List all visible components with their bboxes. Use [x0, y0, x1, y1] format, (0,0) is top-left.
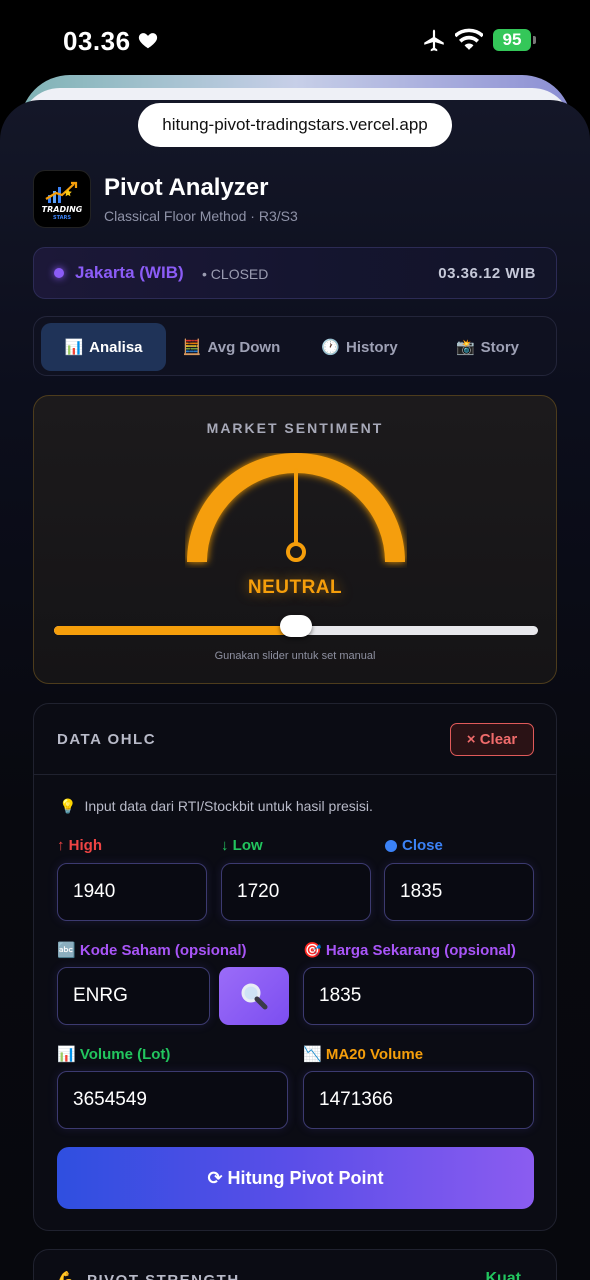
status-time: 03.36 [63, 26, 131, 56]
slider-thumb[interactable] [280, 615, 312, 637]
ohlc-title: DATA OHLC [57, 731, 157, 748]
abacus-icon: 🧮 [182, 339, 202, 356]
volume-label: 📊 Volume (Lot) [57, 1045, 170, 1063]
tab-story[interactable]: 📸 Story [425, 323, 550, 371]
abc-icon: 🔤 [57, 942, 76, 959]
battery-nub [533, 36, 536, 44]
svg-text:STARS: STARS [53, 215, 71, 221]
tip-text: Input data dari RTI/Stockbit untuk hasil… [84, 798, 373, 814]
ohlc-tip: 💡 Input data dari RTI/Stockbit untuk hasi… [59, 798, 373, 815]
ma20-label: 📉 MA20 Volume [303, 1045, 423, 1063]
ohlc-card: DATA OHLC × Clear 💡 Input data dari RTI/S… [33, 703, 557, 1231]
tab-label: Analisa [89, 338, 143, 356]
blue-circle-icon [385, 839, 397, 852]
muscle-icon: 💪 [56, 1270, 76, 1280]
status-bar: 03.36 95 [0, 0, 590, 80]
lightbulb-icon: 💡 [59, 798, 77, 814]
camera-icon: 📸 [455, 339, 475, 356]
close-label-group: Close [385, 837, 443, 854]
sentiment-title: MARKET SENTIMENT [206, 420, 384, 436]
svg-text:TRADING: TRADING [42, 205, 83, 214]
low-label: ↓ Low [221, 837, 263, 854]
ma20-label-text: MA20 Volume [325, 1046, 424, 1063]
pivot-strength-title: PIVOT STRENGTH [87, 1272, 240, 1280]
slider-fill [54, 626, 296, 635]
volume-input[interactable]: 3654549 [57, 1071, 288, 1129]
ticker-label-text: Kode Saham (opsional) [79, 942, 247, 959]
gauge-hub [286, 542, 306, 562]
ticker-label: 🔤 Kode Saham (opsional) [57, 941, 247, 959]
price-label: 🎯 Harga Sekarang (opsional) [303, 941, 516, 959]
slider-hint: Gunakan slider untuk set manual [214, 650, 376, 662]
clear-button[interactable]: × Clear [450, 723, 534, 756]
magnifier-icon [241, 983, 268, 1010]
pivot-strength-card: 💪 PIVOT STRENGTH Kuat [33, 1249, 557, 1280]
market-state: • CLOSED [202, 266, 269, 282]
ticker-input[interactable]: ENRG [57, 967, 210, 1025]
ma20-input[interactable]: 1471366 [303, 1071, 534, 1129]
sentiment-label: NEUTRAL [247, 577, 343, 598]
pivot-strength-value: Kuat [485, 1270, 521, 1280]
trading-stars-logo-icon: TRADING STARS [38, 175, 86, 223]
main-tabs: 📊 Analisa 🧮 Avg Down 🕐 History 📸 Story [33, 316, 557, 376]
target-icon: 🎯 [303, 942, 322, 959]
high-label: ↑ High [57, 837, 102, 854]
app-logo: TRADING STARS [33, 170, 91, 228]
battery-indicator: 95 [493, 29, 531, 51]
page-title: Pivot Analyzer [104, 174, 269, 201]
trend-down-icon: 📉 [303, 1046, 322, 1063]
tab-label: History [346, 338, 398, 356]
price-label-text: Harga Sekarang (opsional) [325, 942, 516, 959]
tab-label: Avg Down [207, 338, 281, 356]
search-button[interactable] [219, 967, 289, 1025]
volume-label-text: Volume (Lot) [79, 1046, 171, 1063]
market-city: Jakarta (WIB) [75, 263, 184, 282]
high-input[interactable]: 1940 [57, 863, 207, 921]
close-label: Close [402, 837, 443, 854]
url-bar[interactable]: hitung-pivot-tradingstars.vercel.app [138, 103, 452, 147]
sentiment-slider[interactable] [54, 615, 538, 637]
clock-icon: 🕐 [321, 339, 340, 356]
chart-icon: 📊 [64, 339, 84, 356]
bar-chart-icon: 📊 [57, 1046, 76, 1063]
calculate-pivot-button[interactable]: ⟳ Hitung Pivot Point [57, 1147, 534, 1209]
heart-icon [138, 33, 158, 49]
tab-analisa[interactable]: 📊 Analisa [41, 323, 166, 371]
market-status-bar: Jakarta (WIB) • CLOSED 03.36.12 WIB [33, 247, 557, 299]
ohlc-header: DATA OHLC × Clear [34, 704, 556, 775]
close-input[interactable]: 1835 [384, 863, 534, 921]
low-input[interactable]: 1720 [221, 863, 371, 921]
wifi-icon [455, 28, 483, 50]
sentiment-gauge [187, 453, 405, 563]
airplane-icon [424, 29, 444, 52]
price-input[interactable]: 1835 [303, 967, 534, 1025]
market-clock: 03.36.12 WIB [438, 265, 536, 282]
page-subtitle: Classical Floor Method · R3/S3 [104, 208, 298, 224]
tab-label: Story [480, 338, 520, 356]
sentiment-card: MARKET SENTIMENT NEUTRAL Gunakan slider … [33, 395, 557, 684]
market-status-dot [54, 268, 64, 278]
tab-history[interactable]: 🕐 History [297, 323, 422, 371]
tab-avg-down[interactable]: 🧮 Avg Down [169, 323, 294, 371]
